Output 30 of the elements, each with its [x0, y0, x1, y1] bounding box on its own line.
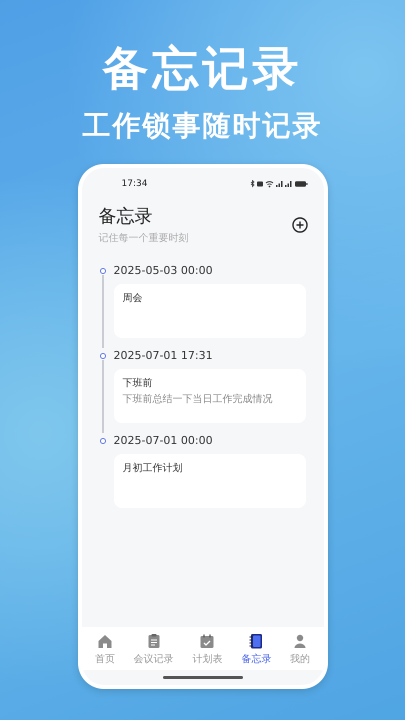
- memo-title: 下班前: [122, 377, 154, 391]
- timeline-dot: [100, 268, 106, 274]
- tab[interactable]: 计划表: [192, 633, 222, 666]
- memo-card[interactable]: 周会: [114, 284, 306, 338]
- entry-time: 2025-07-01 00:00: [114, 433, 214, 448]
- tab[interactable]: 我的: [290, 633, 310, 666]
- tab[interactable]: 会议记录: [134, 633, 174, 666]
- status-time: 17:34: [122, 179, 148, 189]
- add-icon[interactable]: [292, 217, 308, 233]
- entry-time: 2025-05-03 00:00: [114, 263, 214, 278]
- hero-subtitle: 工作锁事随时记录: [82, 108, 322, 144]
- page-title: 备忘录: [98, 205, 154, 229]
- memo-card[interactable]: 下班前 下班前总结一下当日工作完成情况: [114, 369, 306, 423]
- calendar-icon: [199, 633, 216, 649]
- entry-time: 2025-07-01 17:31: [114, 348, 214, 363]
- home-icon: [96, 633, 113, 649]
- clipboard-icon: [146, 633, 162, 649]
- memo-title: 月初工作计划: [122, 462, 184, 476]
- page-subtitle: 记住每一个重要时刻: [98, 232, 188, 245]
- status-icons: [250, 180, 308, 188]
- notebook-icon: [248, 633, 264, 649]
- timeline-dot: [100, 438, 106, 444]
- memo-title: 周会: [122, 292, 144, 306]
- hero-title: 备忘记录: [102, 40, 302, 96]
- memo-note: 下班前总结一下当日工作完成情况: [122, 393, 274, 407]
- tab[interactable]: 备忘录: [241, 633, 272, 666]
- timeline-dot: [100, 353, 106, 359]
- person-icon: [292, 633, 308, 649]
- memo-card[interactable]: 月初工作计划: [114, 454, 306, 508]
- tab[interactable]: 首页: [94, 633, 115, 666]
